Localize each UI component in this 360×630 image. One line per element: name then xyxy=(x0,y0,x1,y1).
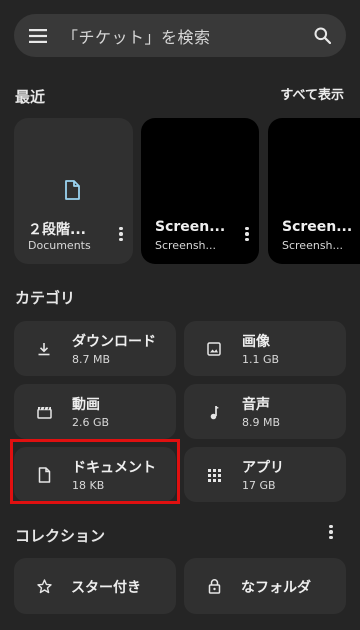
category-size: 2.6 GB xyxy=(72,416,110,429)
image-icon xyxy=(204,339,224,359)
collections-section-title: コレクション xyxy=(15,527,106,545)
download-icon xyxy=(34,339,54,359)
category-size: 18 KB xyxy=(72,479,105,492)
more-options-icon[interactable] xyxy=(239,224,255,244)
category-label: 音声 xyxy=(242,397,270,413)
star-outline-icon xyxy=(34,576,54,596)
recent-item[interactable]: Screen... Screensh... xyxy=(268,118,360,264)
document-icon xyxy=(34,465,54,485)
apps-grid-icon xyxy=(204,465,224,485)
category-size: 8.7 MB xyxy=(72,353,111,366)
collection-safe-folder[interactable]: なフォルダ xyxy=(184,558,346,614)
recent-item-name: Screen... xyxy=(282,219,353,235)
more-options-icon[interactable] xyxy=(326,522,336,542)
music-note-icon xyxy=(204,402,224,422)
search-input[interactable]: 「チケット」を検索 xyxy=(62,24,298,48)
document-icon xyxy=(65,180,80,200)
recent-item-name: ２段階... xyxy=(28,222,86,238)
recent-section-title: 最近 xyxy=(15,88,46,106)
category-audio[interactable]: 音声 8.9 MB xyxy=(184,384,346,439)
video-icon xyxy=(34,402,54,422)
search-button[interactable] xyxy=(298,14,346,57)
collection-label: スター付き xyxy=(71,580,141,596)
category-documents[interactable]: ドキュメント 18 KB xyxy=(14,447,176,502)
category-label: ダウンロード xyxy=(72,334,156,350)
recent-item-name: Screen... xyxy=(155,219,226,235)
collection-starred[interactable]: スター付き xyxy=(14,558,176,614)
categories-section-title: カテゴリ xyxy=(15,289,76,307)
hamburger-menu-icon xyxy=(29,28,47,43)
category-label: 画像 xyxy=(242,334,270,350)
recent-item-folder: Screensh... xyxy=(282,239,344,252)
category-downloads[interactable]: ダウンロード 8.7 MB xyxy=(14,321,176,376)
recent-item-folder: Documents xyxy=(28,239,91,252)
category-label: アプリ xyxy=(242,460,284,476)
recent-item-folder: Screensh... xyxy=(155,239,217,252)
more-options-icon[interactable] xyxy=(113,224,129,244)
lock-icon xyxy=(204,576,224,596)
collection-label: なフォルダ xyxy=(241,580,311,596)
category-size: 17 GB xyxy=(242,479,276,492)
files-app-screen: 「チケット」を検索 最近 すべて表示 ２段階... Documents Scre… xyxy=(0,0,360,630)
recent-item[interactable]: ２段階... Documents xyxy=(14,118,133,264)
category-apps[interactable]: アプリ 17 GB xyxy=(184,447,346,502)
recent-carousel[interactable]: ２段階... Documents Screen... Screensh... S… xyxy=(14,118,360,264)
recent-item[interactable]: Screen... Screensh... xyxy=(141,118,259,264)
category-label: ドキュメント xyxy=(72,460,156,476)
category-videos[interactable]: 動画 2.6 GB xyxy=(14,384,176,439)
category-images[interactable]: 画像 1.1 GB xyxy=(184,321,346,376)
category-label: 動画 xyxy=(72,397,100,413)
search-bar[interactable]: 「チケット」を検索 xyxy=(14,14,346,57)
menu-button[interactable] xyxy=(14,14,62,57)
see-all-link[interactable]: すべて表示 xyxy=(280,84,344,103)
category-size: 1.1 GB xyxy=(242,353,280,366)
search-icon xyxy=(314,27,331,44)
category-size: 8.9 MB xyxy=(242,416,281,429)
